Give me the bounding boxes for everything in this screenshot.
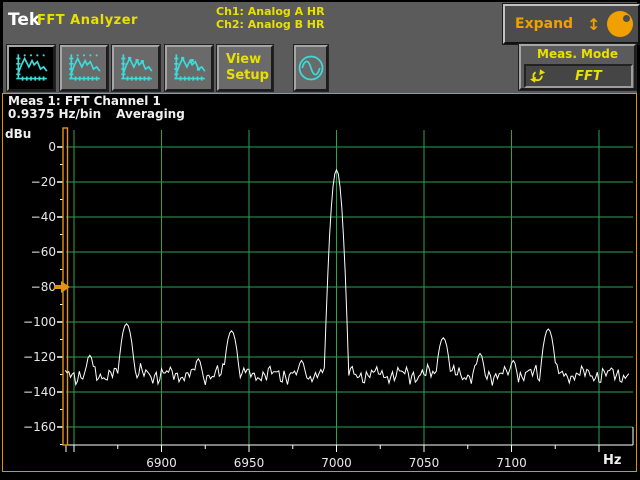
view-button-4[interactable] <box>165 45 213 91</box>
x-tick-label: 7050 <box>409 456 440 470</box>
view-setup-button[interactable]: View Setup <box>217 45 273 91</box>
spectrum-plot-markers-icon <box>117 52 155 84</box>
y-tick-label: −40 <box>31 210 56 224</box>
x-tick-label: 6950 <box>234 456 265 470</box>
up-down-arrow-icon: ↕ <box>587 15 600 34</box>
tek-logo: Tek <box>8 10 40 30</box>
top-bar: Tek FFT Analyzer Ch1: Analog A HR Ch2: A… <box>3 2 637 93</box>
x-unit-label: Hz <box>603 453 621 468</box>
view-setup-label-line1: View <box>226 52 261 68</box>
expand-label: Expand <box>515 16 573 32</box>
rotary-knob-icon <box>607 11 633 37</box>
y-tick-label: 0 <box>48 140 56 154</box>
expand-button[interactable]: Expand ↕ <box>503 4 640 44</box>
y-tick-label: −100 <box>23 315 56 329</box>
view-button-1[interactable] <box>7 45 55 91</box>
x-tick-label: 6900 <box>146 456 177 470</box>
measurement-info: 0.9375 Hz/bin Averaging <box>8 107 185 121</box>
measurement-title: Meas 1: FFT Channel 1 <box>8 94 161 108</box>
y-tick-label: −120 <box>23 350 56 364</box>
fft-analyzer-app: Meas 1: FFT Channel 1 0.9375 Hz/bin Avera… <box>0 0 640 480</box>
y-unit-label: dBu <box>5 127 31 141</box>
sine-wave-icon <box>296 53 326 83</box>
meas-mode-panel: Meas. Mode FFT <box>519 44 636 90</box>
cycle-arrows-icon <box>530 69 546 83</box>
channel-2-label: Ch2: Analog B HR <box>216 18 325 31</box>
x-tick-label: 7000 <box>321 456 352 470</box>
app-title: FFT Analyzer <box>37 13 138 28</box>
fft-trace <box>65 170 629 386</box>
spectrum-plot-icon <box>65 52 103 84</box>
view-button-2[interactable] <box>60 45 108 91</box>
bin-resolution-label: 0.9375 Hz/bin <box>8 107 101 121</box>
averaging-label: Averaging <box>116 107 185 121</box>
y-tick-label: −20 <box>31 175 56 189</box>
view-button-3[interactable] <box>112 45 160 91</box>
channel-info: Ch1: Analog A HR Ch2: Analog B HR <box>216 5 325 31</box>
meas-mode-title: Meas. Mode <box>521 47 634 61</box>
y-tick-label: −140 <box>23 385 56 399</box>
spectrum-plot-markers-icon <box>170 52 208 84</box>
meas-mode-selector[interactable]: FFT <box>524 64 633 88</box>
meas-mode-value: FFT <box>546 69 631 84</box>
x-tick-label: 7100 <box>496 456 527 470</box>
y-tick-label: −60 <box>31 245 56 259</box>
channel-1-label: Ch1: Analog A HR <box>216 5 325 18</box>
spectrum-plot-icon <box>12 52 50 84</box>
view-setup-label-line2: Setup <box>226 68 269 84</box>
sine-source-button[interactable] <box>294 45 328 91</box>
y-tick-label: −160 <box>23 420 56 434</box>
y-tick-label: −80 <box>31 280 56 294</box>
